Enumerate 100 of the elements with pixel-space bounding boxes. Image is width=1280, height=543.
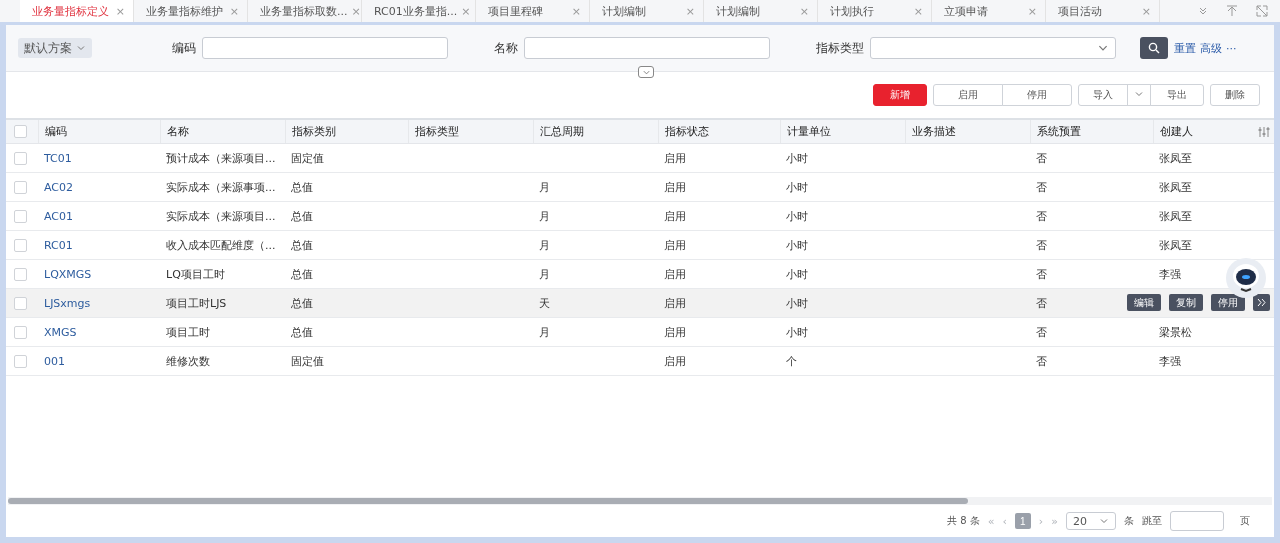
checkbox[interactable] — [14, 151, 27, 165]
robot-assistant-icon[interactable] — [1224, 256, 1268, 300]
table-cell: 月 — [539, 324, 550, 340]
tab[interactable]: 项目里程碑 × — [476, 0, 590, 22]
import-button[interactable]: 导入 — [1078, 84, 1128, 106]
reset-link[interactable]: 重置 — [1174, 40, 1196, 56]
table-cell: 实际成本（来源事项... — [166, 179, 276, 195]
code-link[interactable]: RC01 — [44, 238, 73, 252]
enable-button[interactable]: 启用 — [933, 84, 1003, 106]
disable-button[interactable]: 停用 — [1002, 84, 1072, 106]
tab[interactable]: 业务量指标定义 × — [20, 0, 134, 22]
scheme-dropdown[interactable]: 默认方案 — [18, 38, 92, 58]
input-field[interactable] — [524, 37, 770, 59]
checkbox[interactable] — [14, 238, 27, 252]
table-cell: 固定值 — [291, 150, 324, 166]
dropdown-button[interactable] — [1127, 84, 1151, 106]
table-cell: 张凤至 — [1159, 179, 1192, 195]
column-header: 系统预置 — [1037, 124, 1081, 139]
code-link[interactable]: AC02 — [44, 180, 73, 194]
more-link[interactable]: ··· — [1226, 41, 1237, 55]
table-cell: 小时 — [786, 266, 808, 282]
table-cell: 收入成本匹配维度（... — [166, 237, 276, 253]
column-header: 编码 — [45, 124, 67, 139]
field-label: 指标类型 — [816, 39, 864, 57]
search-button[interactable] — [1140, 37, 1168, 59]
delete-button[interactable]: 删除 — [1210, 84, 1260, 106]
upload-icon[interactable] — [1226, 5, 1238, 17]
table-cell: 启用 — [664, 208, 686, 224]
table-cell: 启用 — [664, 295, 686, 311]
chevron-down-icon — [76, 43, 86, 53]
table-cell: 预计成本（来源项目... — [166, 150, 276, 166]
advanced-link[interactable]: 高级 — [1200, 40, 1222, 56]
checkbox[interactable] — [14, 180, 27, 194]
column-header: 名称 — [167, 124, 189, 139]
table-cell: 启用 — [664, 353, 686, 369]
tab[interactable]: 业务量指标取数... × — [248, 0, 362, 22]
code-link[interactable]: LQXMGS — [44, 267, 92, 281]
tab[interactable]: 业务量指标维护 × — [134, 0, 248, 22]
checkbox[interactable] — [14, 267, 27, 281]
table-cell: 启用 — [664, 324, 686, 340]
chevron-down-icon[interactable] — [1198, 6, 1208, 16]
table-cell: 启用 — [664, 266, 686, 282]
code-link[interactable]: XMGS — [44, 325, 77, 339]
table-cell: 维修次数 — [166, 353, 210, 369]
tab[interactable]: 计划编制 × — [590, 0, 704, 22]
code-link[interactable]: LJSxmgs — [44, 296, 91, 310]
code-link[interactable]: 001 — [44, 354, 65, 368]
total-count: 共 8 条 — [947, 514, 980, 528]
collapse-button[interactable] — [638, 66, 654, 78]
table-cell: 张凤至 — [1159, 150, 1192, 166]
tab[interactable]: RC01业务量指... × — [362, 0, 476, 22]
add-button[interactable]: 新增 — [873, 84, 927, 106]
table-cell: 总值 — [291, 237, 313, 253]
export-button[interactable]: 导出 — [1150, 84, 1204, 106]
column-header: 计量单位 — [787, 124, 831, 139]
settings-icon[interactable] — [1258, 125, 1270, 138]
field-label: 名称 — [494, 39, 518, 57]
checkbox[interactable] — [14, 125, 27, 138]
table-cell: 否 — [1036, 150, 1047, 166]
table-cell: 否 — [1036, 353, 1047, 369]
input-field[interactable] — [202, 37, 448, 59]
table-row[interactable]: LJSxmgs 项目工时LJS 总值 天 启用 小时 否 编辑 复制 停用 — [6, 289, 1274, 318]
code-link[interactable]: AC01 — [44, 209, 73, 223]
fullscreen-icon[interactable] — [1256, 5, 1268, 17]
table-cell: 总值 — [291, 266, 313, 282]
table-cell: 否 — [1036, 324, 1047, 340]
column-header: 指标类型 — [415, 124, 459, 139]
tab[interactable]: 项目活动 × — [1046, 0, 1160, 22]
code-link[interactable]: TC01 — [44, 151, 72, 165]
tab[interactable]: 立项申请 × — [932, 0, 1046, 22]
tab[interactable]: 计划编制 × — [704, 0, 818, 22]
table-cell: 总值 — [291, 295, 313, 311]
select-field[interactable] — [870, 37, 1116, 59]
table-cell: 启用 — [664, 237, 686, 253]
table-cell: 否 — [1036, 179, 1047, 195]
checkbox[interactable] — [14, 296, 27, 310]
table-cell: 李强 — [1159, 353, 1181, 369]
checkbox[interactable] — [14, 325, 27, 339]
row-action-button[interactable]: 编辑 — [1127, 294, 1161, 311]
page-label: 页 — [1240, 514, 1250, 528]
page-input[interactable] — [1170, 511, 1224, 531]
checkbox[interactable] — [14, 209, 27, 223]
checkbox[interactable] — [14, 354, 27, 368]
horizontal-scrollbar[interactable] — [8, 497, 1272, 505]
chevron-down-icon — [1134, 89, 1144, 99]
row-action-button[interactable]: 停用 — [1211, 294, 1245, 311]
tab[interactable]: 计划执行 × — [818, 0, 932, 22]
table-cell: 月 — [539, 208, 550, 224]
table-cell: 李强 — [1159, 266, 1181, 282]
table-cell: 月 — [539, 237, 550, 253]
page-size-select[interactable]: 20 — [1066, 512, 1116, 530]
chevrons-right-icon — [1257, 298, 1266, 307]
table-cell: 个 — [786, 353, 797, 369]
table-cell: 否 — [1036, 208, 1047, 224]
chevron-down-icon — [1099, 516, 1109, 526]
more-button[interactable] — [1253, 294, 1270, 311]
row-action-button[interactable]: 复制 — [1169, 294, 1203, 311]
table-cell: 小时 — [786, 208, 808, 224]
table-cell: 天 — [539, 295, 550, 311]
table-cell: 小时 — [786, 237, 808, 253]
